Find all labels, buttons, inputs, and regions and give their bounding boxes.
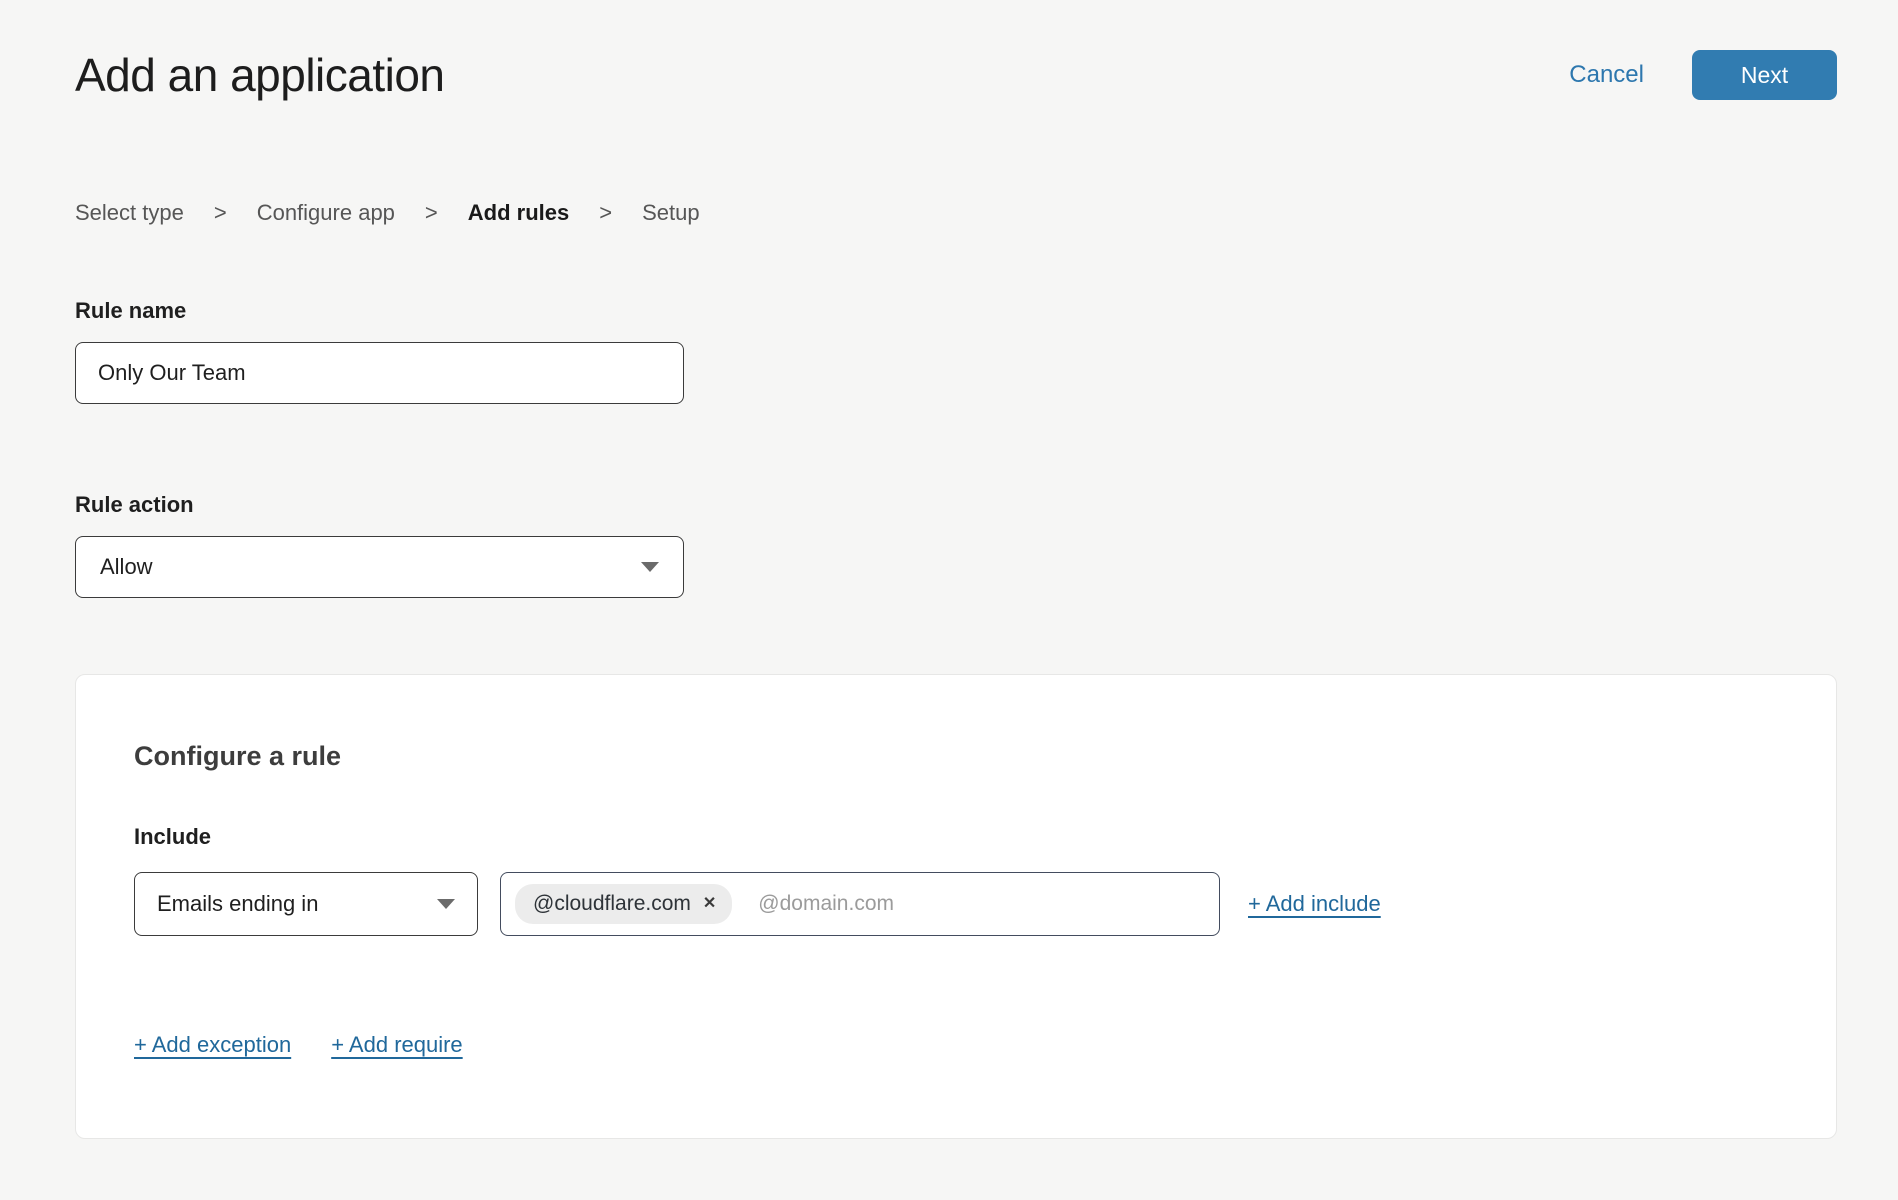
rule-action-label: Rule action [75,492,1837,518]
card-title: Configure a rule [134,741,1778,772]
configure-rule-card: Configure a rule Include Emails ending i… [75,674,1837,1139]
breadcrumb-step-setup[interactable]: Setup [642,200,700,226]
domain-input[interactable] [758,892,1205,916]
header-actions: Cancel Next [1569,50,1837,100]
cancel-button[interactable]: Cancel [1569,61,1644,89]
include-row: Emails ending in @cloudflare.com ✕ + Add… [134,872,1778,936]
next-button[interactable]: Next [1692,50,1837,100]
include-selector[interactable]: Emails ending in [134,872,478,936]
include-label: Include [134,824,1778,850]
chevron-down-icon [437,899,455,909]
email-chip-label: @cloudflare.com [533,892,691,916]
add-application-page: Add an application Cancel Next Select ty… [0,0,1898,1200]
breadcrumb-step-select-type[interactable]: Select type [75,200,184,226]
add-include-link[interactable]: + Add include [1248,891,1381,917]
breadcrumb-separator: > [214,200,227,226]
rule-action-select[interactable]: Allow [75,536,684,598]
email-chip: @cloudflare.com ✕ [515,884,732,924]
page-header: Add an application Cancel Next [75,48,1837,102]
rule-name-input[interactable] [75,342,684,404]
rule-links-row: + Add exception + Add require [134,1032,1778,1058]
chevron-down-icon [641,562,659,572]
add-exception-link[interactable]: + Add exception [134,1032,291,1058]
breadcrumb-step-configure-app[interactable]: Configure app [257,200,395,226]
page-title: Add an application [75,48,445,102]
rule-name-label: Rule name [75,298,1837,324]
chip-close-icon[interactable]: ✕ [703,896,716,912]
breadcrumb-separator: > [599,200,612,226]
rule-action-value: Allow [100,554,153,580]
add-require-link[interactable]: + Add require [331,1032,462,1058]
breadcrumb: Select type > Configure app > Add rules … [75,200,1837,226]
breadcrumb-separator: > [425,200,438,226]
email-domains-input[interactable]: @cloudflare.com ✕ [500,872,1220,936]
include-selector-value: Emails ending in [157,891,318,917]
breadcrumb-step-add-rules[interactable]: Add rules [468,200,569,226]
